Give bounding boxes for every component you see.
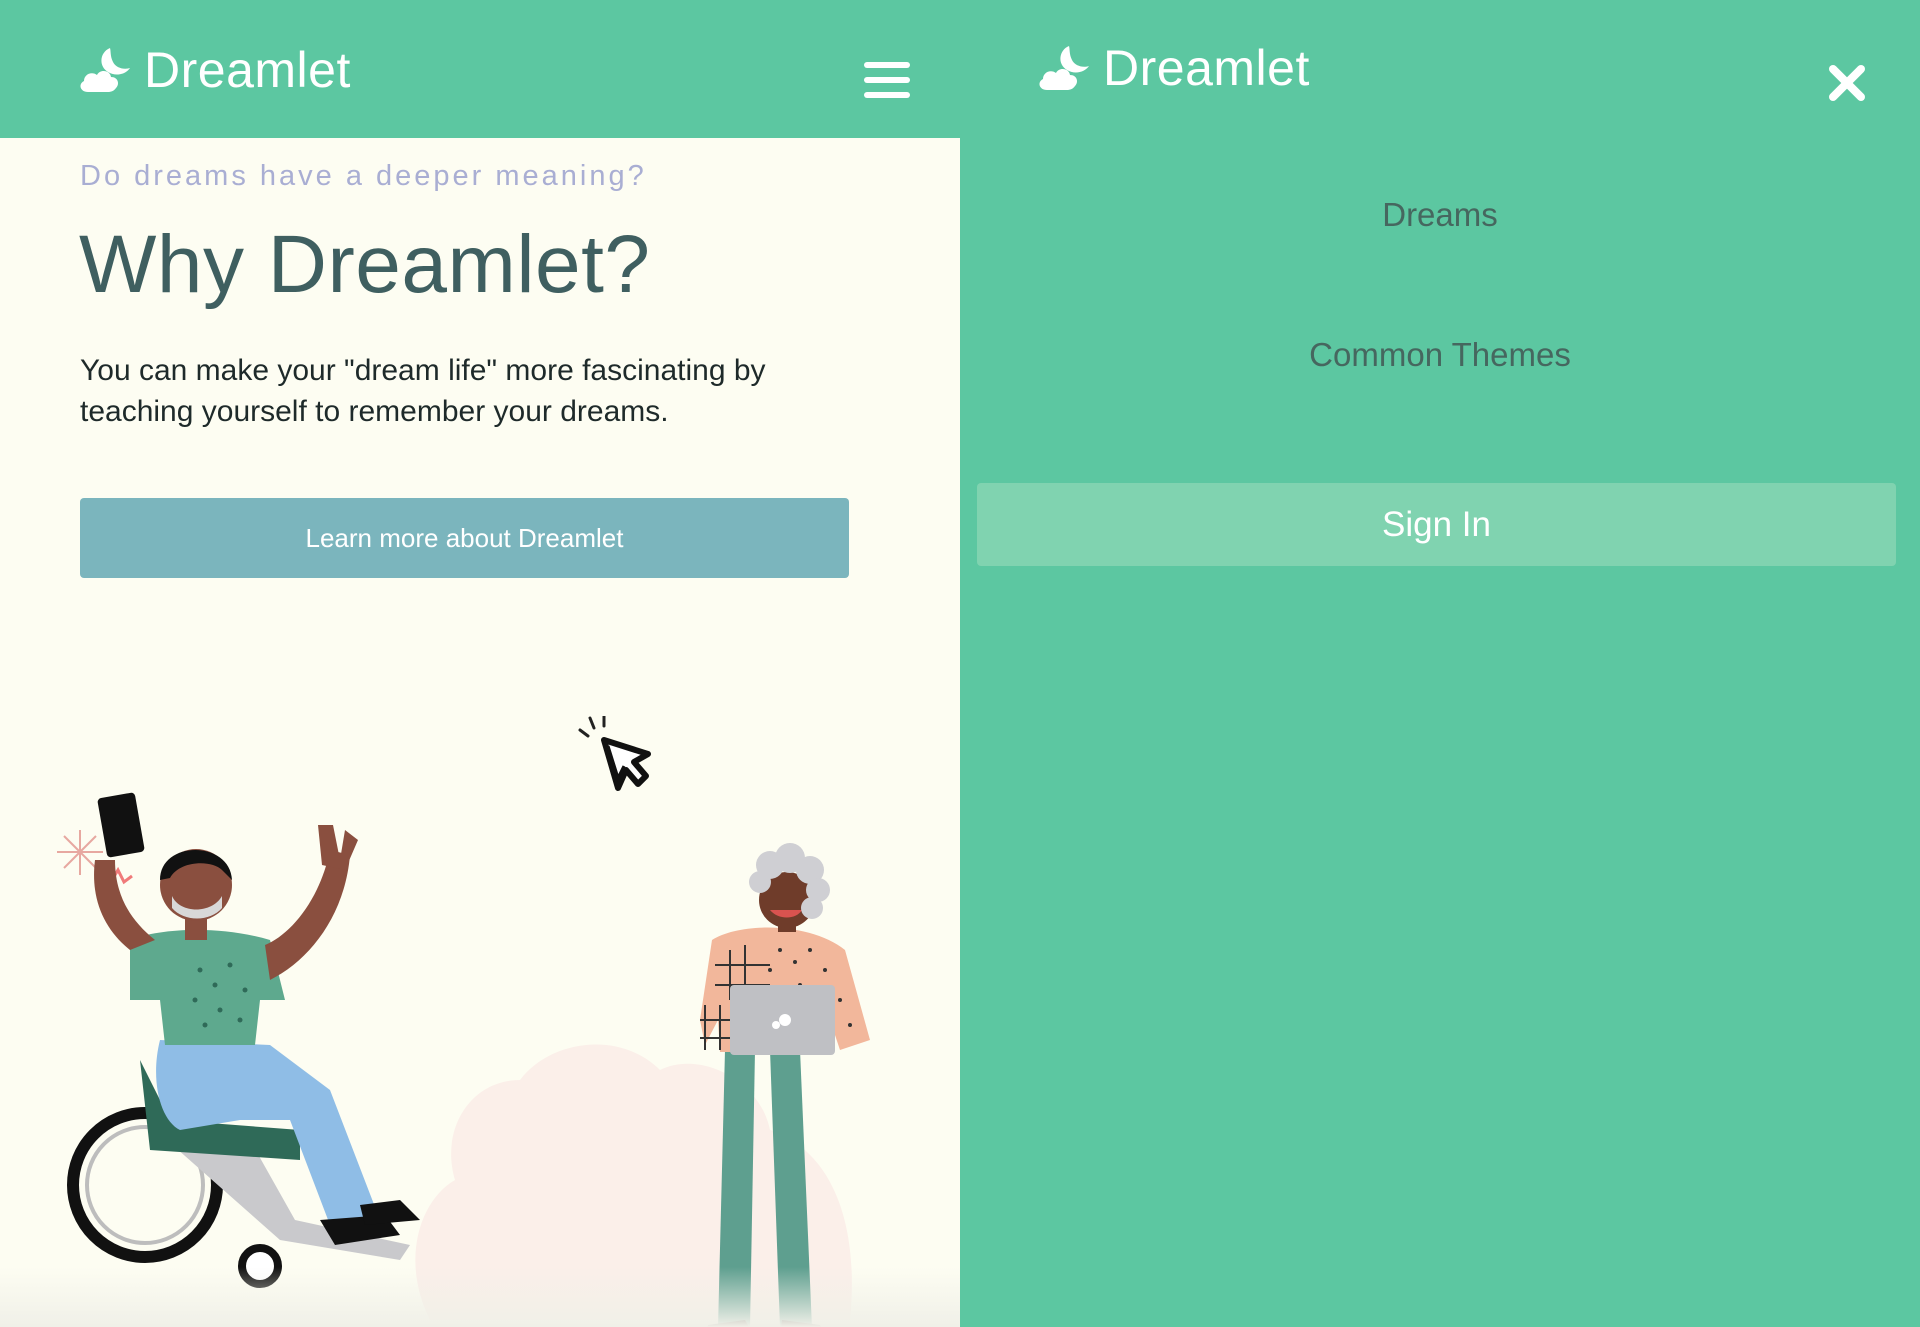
page-title: Why Dreamlet?	[79, 219, 651, 310]
nav-item-common-themes[interactable]: Common Themes	[960, 336, 1920, 374]
intro-paragraph: You can make your "dream life" more fasc…	[80, 354, 766, 428]
sign-in-button[interactable]: Sign In	[977, 483, 1896, 566]
moon-cloud-icon	[1039, 46, 1089, 90]
hamburger-menu-icon[interactable]	[864, 62, 910, 102]
learn-more-button[interactable]: Learn more about Dreamlet	[80, 498, 849, 578]
top-nav-bar: Dreamlet	[0, 0, 960, 138]
people-illustration	[57, 792, 870, 1327]
menu-top-bar: Dreamlet	[960, 0, 1920, 138]
moon-cloud-icon	[80, 48, 130, 92]
home-screen: Dreamlet Do dreams have a deeper meaning…	[0, 0, 960, 1327]
nav-item-dreams[interactable]: Dreams	[960, 196, 1920, 234]
menu-screen: Dreamlet Dreams Common Themes Sign In	[960, 0, 1920, 1327]
brand-logo-link[interactable]: Dreamlet	[1037, 38, 1310, 98]
brand-name: Dreamlet	[144, 42, 351, 98]
bottom-fade	[0, 1267, 960, 1327]
brand-name: Dreamlet	[1103, 40, 1310, 96]
eyebrow-text: Do dreams have a deeper meaning?	[80, 160, 647, 192]
brand-logo-link[interactable]: Dreamlet	[78, 40, 351, 100]
close-icon[interactable]	[1825, 61, 1869, 105]
